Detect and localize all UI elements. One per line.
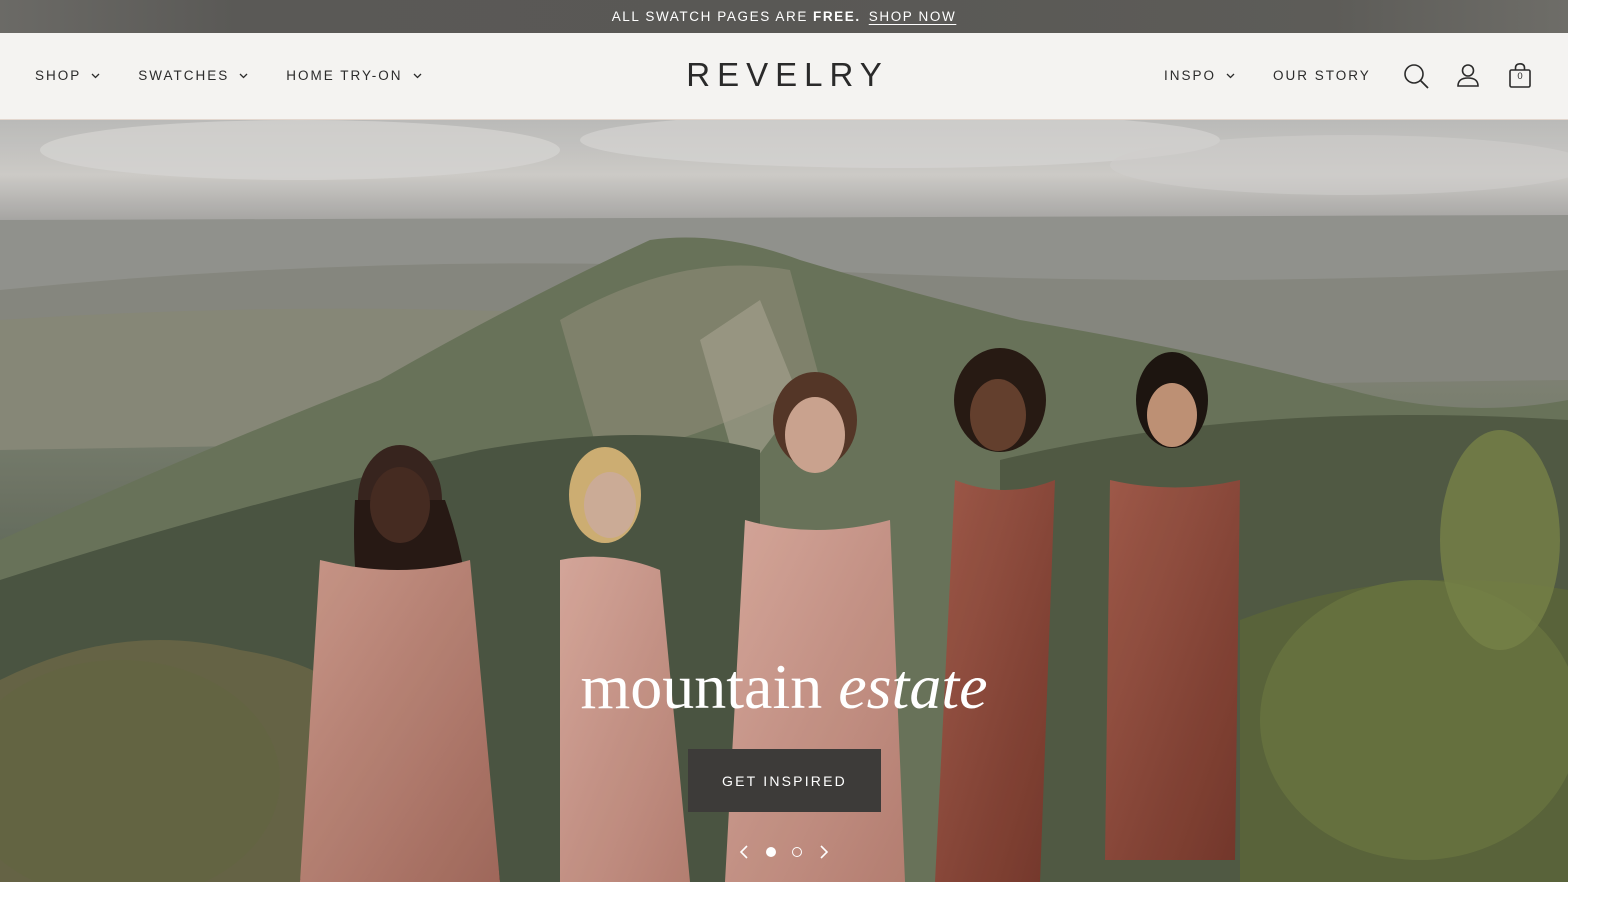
- announcement-text: ALL SWATCH PAGES ARE: [611, 9, 808, 24]
- announcement-bar: ALL SWATCH PAGES ARE FREE. SHOP NOW: [0, 0, 1568, 33]
- hero-banner: mountain estate GET INSPIRED: [0, 120, 1568, 882]
- nav-shop[interactable]: SHOP: [35, 68, 100, 83]
- account-icon: [1457, 64, 1479, 87]
- chevron-right-icon[interactable]: [816, 844, 832, 860]
- chevron-down-icon: [413, 73, 422, 78]
- nav-inspo[interactable]: INSPO: [1164, 68, 1235, 83]
- nav-shop-label: SHOP: [35, 68, 82, 83]
- nav-home-try-on[interactable]: HOME TRY-ON: [286, 68, 422, 83]
- account-button[interactable]: [1455, 62, 1483, 90]
- slide-dot-2[interactable]: [792, 847, 802, 857]
- site-header: SHOP SWATCHES HOME TRY-ON REVELRY INSPO …: [0, 33, 1568, 120]
- nav-home-try-on-label: HOME TRY-ON: [286, 68, 403, 83]
- nav-inspo-label: INSPO: [1164, 68, 1217, 83]
- search-icon: [1404, 64, 1429, 89]
- primary-nav-right: INSPO OUR STORY: [1164, 33, 1409, 118]
- search-button[interactable]: [1402, 62, 1430, 90]
- chevron-down-icon: [239, 73, 248, 78]
- hero-title-italic: estate: [838, 651, 988, 722]
- chevron-down-icon: [1226, 73, 1235, 78]
- page: ALL SWATCH PAGES ARE FREE. SHOP NOW SHOP…: [0, 0, 1568, 882]
- hero-title: mountain estate: [0, 650, 1568, 724]
- get-inspired-button[interactable]: GET INSPIRED: [688, 749, 881, 812]
- announcement-emphasis: FREE.: [812, 9, 861, 24]
- hero-title-regular: mountain: [580, 651, 823, 722]
- nav-swatches[interactable]: SWATCHES: [138, 68, 248, 83]
- hero-slider-controls: [736, 842, 836, 862]
- slide-dot-1[interactable]: [766, 847, 776, 857]
- nav-swatches-label: SWATCHES: [138, 68, 230, 83]
- chevron-left-icon[interactable]: [736, 844, 752, 860]
- nav-our-story[interactable]: OUR STORY: [1273, 68, 1371, 83]
- cart-count: 0: [1517, 71, 1523, 82]
- shop-now-link[interactable]: SHOP NOW: [869, 9, 957, 24]
- nav-our-story-label: OUR STORY: [1273, 68, 1371, 83]
- primary-nav-left: SHOP SWATCHES HOME TRY-ON: [35, 33, 460, 118]
- chevron-down-icon: [91, 73, 100, 78]
- cart-button[interactable]: 0: [1508, 62, 1536, 90]
- logo-link[interactable]: REVELRY: [679, 56, 888, 93]
